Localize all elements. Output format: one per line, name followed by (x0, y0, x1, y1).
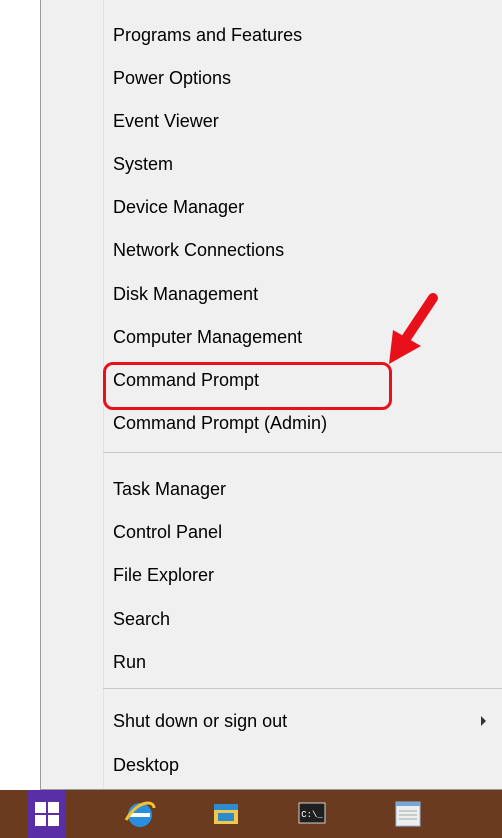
menu-item-event-viewer[interactable]: Event Viewer (113, 104, 219, 138)
menu-item-search[interactable]: Search (113, 602, 170, 636)
red-pointer-arrow-icon (389, 293, 438, 364)
taskbar: C:\_ (0, 790, 502, 838)
menu-item-file-explorer[interactable]: File Explorer (113, 558, 214, 592)
menu-item-disk-management[interactable]: Disk Management (113, 277, 258, 311)
menu-item-network-connections[interactable]: Network Connections (113, 233, 284, 267)
menu-item-desktop[interactable]: Desktop (113, 748, 179, 782)
command-prompt-icon-label: C:\_ (301, 810, 323, 820)
menu-item-device-manager[interactable]: Device Manager (113, 190, 244, 224)
submenu-arrow-icon (481, 716, 486, 726)
notepad-icon[interactable] (378, 790, 438, 838)
menu-gutter (41, 0, 104, 789)
menu-item-computer-management[interactable]: Computer Management (113, 320, 302, 354)
menu-separator (103, 688, 502, 689)
menu-item-shut-down-or-sign-out[interactable]: Shut down or sign out (113, 704, 287, 738)
command-prompt-icon[interactable]: C:\_ (282, 790, 342, 838)
menu-item-programs-and-features[interactable]: Programs and Features (113, 18, 302, 52)
menu-item-system[interactable]: System (113, 147, 173, 181)
internet-explorer-icon[interactable] (110, 790, 170, 838)
menu-item-control-panel[interactable]: Control Panel (113, 515, 222, 549)
file-explorer-icon[interactable] (196, 790, 256, 838)
menu-separator (103, 452, 502, 453)
menu-item-command-prompt-admin[interactable]: Command Prompt (Admin) (113, 406, 327, 440)
start-icon[interactable] (28, 790, 66, 838)
menu-item-power-options[interactable]: Power Options (113, 61, 231, 95)
menu-item-task-manager[interactable]: Task Manager (113, 472, 226, 506)
menu-item-run[interactable]: Run (113, 645, 146, 679)
command-prompt-highlight-box (103, 362, 392, 410)
